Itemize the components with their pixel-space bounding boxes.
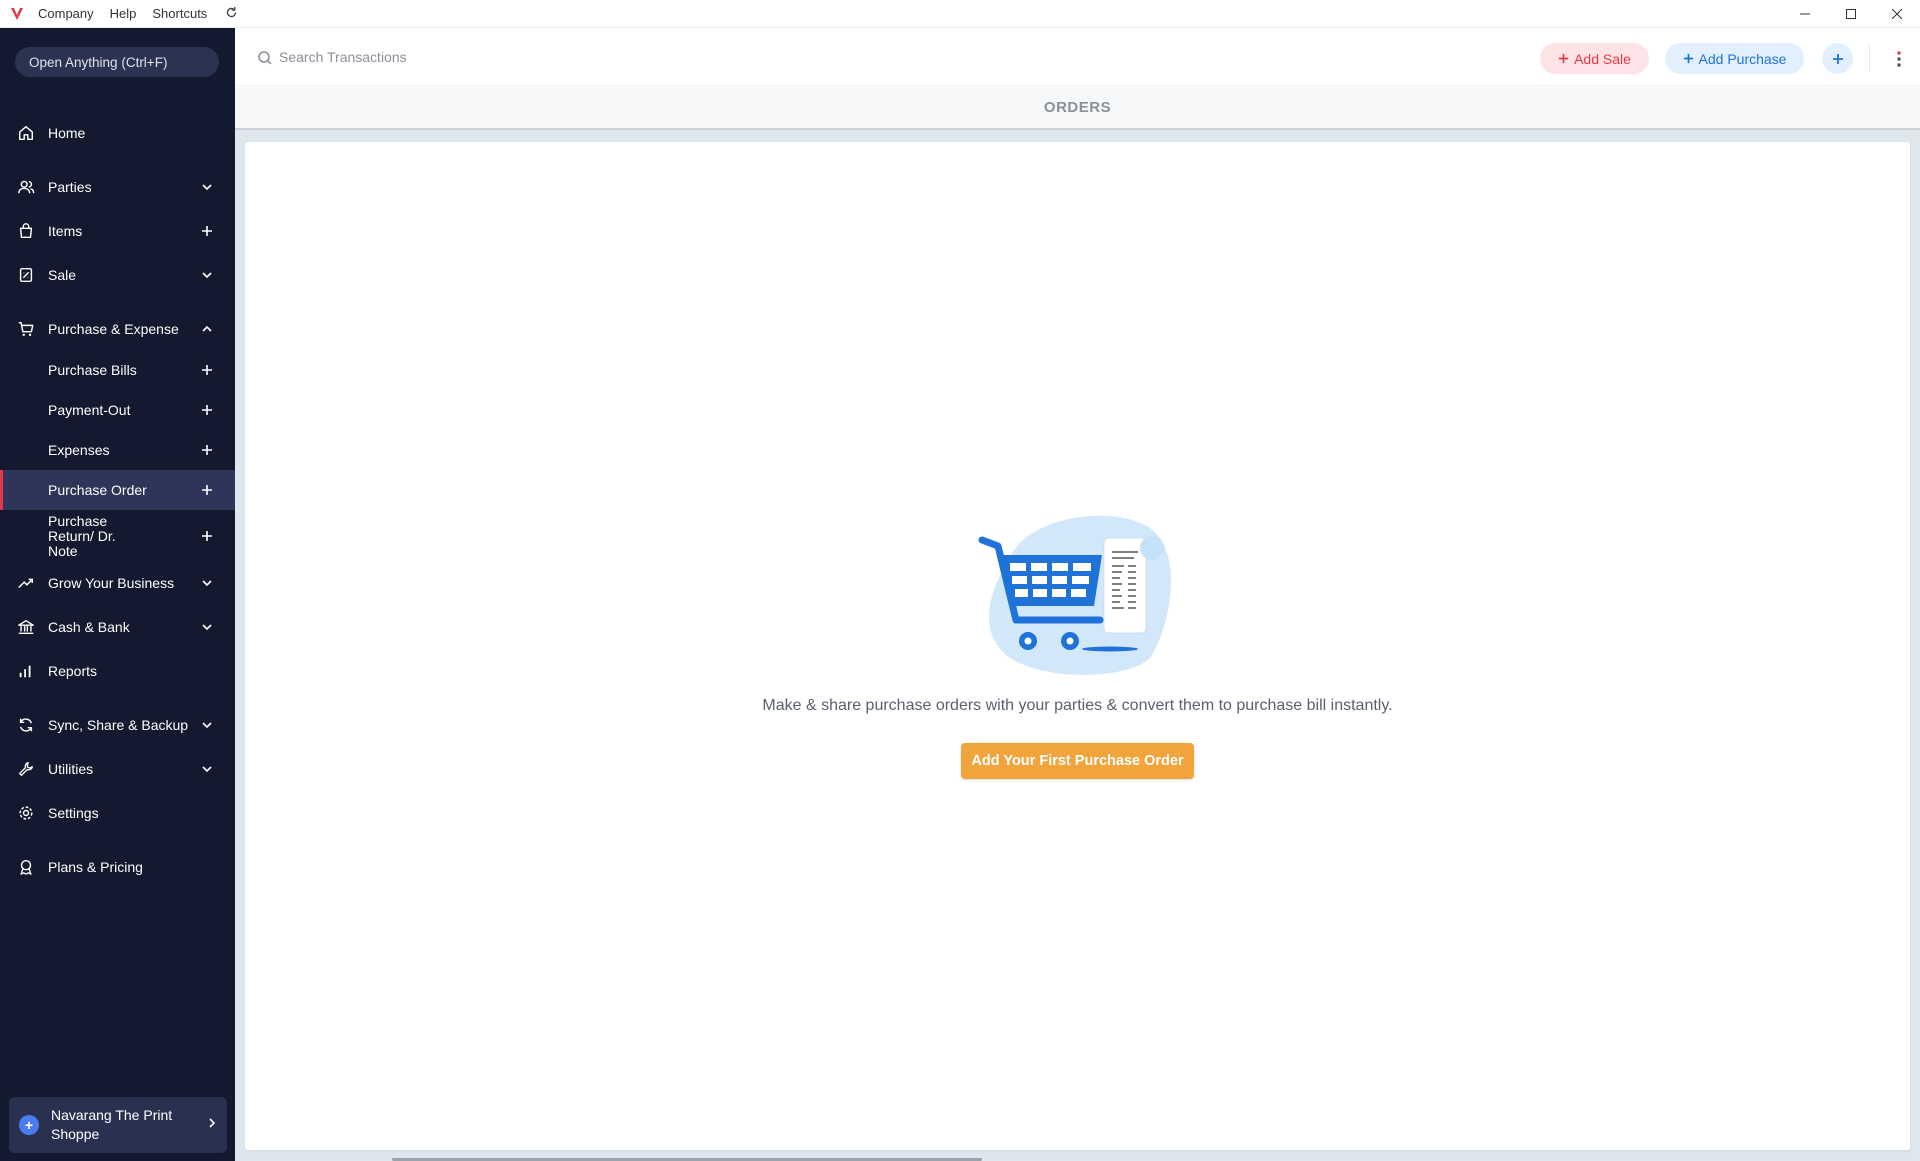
company-name: Navarang The Print Shoppe: [51, 1107, 173, 1142]
plus-icon[interactable]: [197, 480, 217, 500]
chevron-down-icon[interactable]: [197, 573, 217, 593]
sidebar-item-utilities[interactable]: Utilities: [0, 749, 235, 789]
wrench-icon: [16, 759, 36, 779]
add-purchase-button[interactable]: Add Purchase: [1665, 43, 1804, 74]
close-window-button[interactable]: [1874, 0, 1920, 28]
plus-icon: [1683, 53, 1694, 64]
title-bar: Company Help Shortcuts: [0, 0, 1920, 28]
add-first-purchase-order-button[interactable]: Add Your First Purchase Order: [961, 743, 1194, 779]
sync-icon: [16, 715, 36, 735]
more-options-icon[interactable]: [1889, 45, 1909, 72]
chevron-down-icon[interactable]: [197, 265, 217, 285]
sidebar-item-parties[interactable]: Parties: [0, 167, 235, 207]
add-more-button[interactable]: [1822, 43, 1853, 74]
plus-icon[interactable]: [197, 221, 217, 241]
sidebar-item-grow-business[interactable]: Grow Your Business: [0, 563, 235, 603]
bank-icon: [16, 617, 36, 637]
sidebar-item-reports[interactable]: Reports: [0, 651, 235, 691]
chevron-down-icon[interactable]: [197, 759, 217, 779]
page-title: ORDERS: [1043, 99, 1112, 116]
sidebar-item-sale[interactable]: Sale: [0, 255, 235, 295]
gear-icon: [16, 803, 36, 823]
shopping-cart-illustration: [970, 508, 1185, 678]
sidebar-item-purchase-return[interactable]: Purchase Return/ Dr. Note: [0, 513, 235, 558]
maximize-button[interactable]: [1828, 0, 1874, 28]
users-icon: [16, 177, 36, 197]
company-switcher[interactable]: + Navarang The Print Shoppe: [9, 1097, 227, 1153]
sidebar-item-purchase-expense[interactable]: Purchase & Expense: [0, 309, 235, 349]
refresh-icon[interactable]: [225, 6, 238, 22]
menu-company[interactable]: Company: [38, 6, 94, 21]
chevron-right-icon: [207, 1116, 217, 1134]
chevron-down-icon[interactable]: [197, 617, 217, 637]
menu-help[interactable]: Help: [110, 6, 137, 21]
sidebar-item-items[interactable]: Items: [0, 211, 235, 251]
top-header: Add Sale Add Purchase: [235, 28, 1920, 86]
sidebar-item-plans-pricing[interactable]: Plans & Pricing: [0, 847, 235, 887]
sidebar-item-home[interactable]: Home: [0, 113, 235, 153]
page-title-bar: ORDERS: [235, 87, 1920, 130]
plus-icon[interactable]: [197, 440, 217, 460]
sidebar-item-cash-bank[interactable]: Cash & Bank: [0, 607, 235, 647]
sidebar-item-expenses[interactable]: Expenses: [0, 430, 235, 470]
sidebar: Open Anything (Ctrl+F) Home Parties Item…: [0, 28, 235, 1161]
home-icon: [16, 123, 36, 143]
trend-icon: [16, 573, 36, 593]
cart-icon: [16, 319, 36, 339]
plus-icon: [1558, 53, 1569, 64]
menu-shortcuts[interactable]: Shortcuts: [152, 6, 207, 21]
plus-icon[interactable]: [197, 400, 217, 420]
open-anything-search[interactable]: Open Anything (Ctrl+F): [15, 47, 219, 77]
chevron-down-icon[interactable]: [197, 177, 217, 197]
award-icon: [16, 857, 36, 877]
add-sale-button[interactable]: Add Sale: [1540, 43, 1649, 74]
minimize-button[interactable]: [1782, 0, 1828, 28]
plus-icon[interactable]: [197, 360, 217, 380]
sidebar-item-settings[interactable]: Settings: [0, 793, 235, 833]
chevron-up-icon[interactable]: [197, 319, 217, 339]
bag-icon: [16, 221, 36, 241]
header-divider: [1869, 45, 1870, 72]
search-transactions-input[interactable]: [279, 44, 679, 70]
chevron-down-icon[interactable]: [197, 715, 217, 735]
app-logo-icon: [10, 7, 24, 21]
sidebar-item-purchase-order[interactable]: Purchase Order: [0, 470, 235, 510]
sidebar-item-purchase-bills[interactable]: Purchase Bills: [0, 350, 235, 390]
sidebar-item-sync-share-backup[interactable]: Sync, Share & Backup: [0, 705, 235, 745]
receipt-icon: [16, 265, 36, 285]
search-icon: [257, 50, 273, 71]
plus-icon: [1832, 53, 1844, 65]
plus-icon[interactable]: [197, 526, 217, 546]
add-company-icon: +: [19, 1115, 39, 1135]
sidebar-item-payment-out[interactable]: Payment-Out: [0, 390, 235, 430]
bar-chart-icon: [16, 661, 36, 681]
empty-state-message: Make & share purchase orders with your p…: [762, 697, 1393, 714]
